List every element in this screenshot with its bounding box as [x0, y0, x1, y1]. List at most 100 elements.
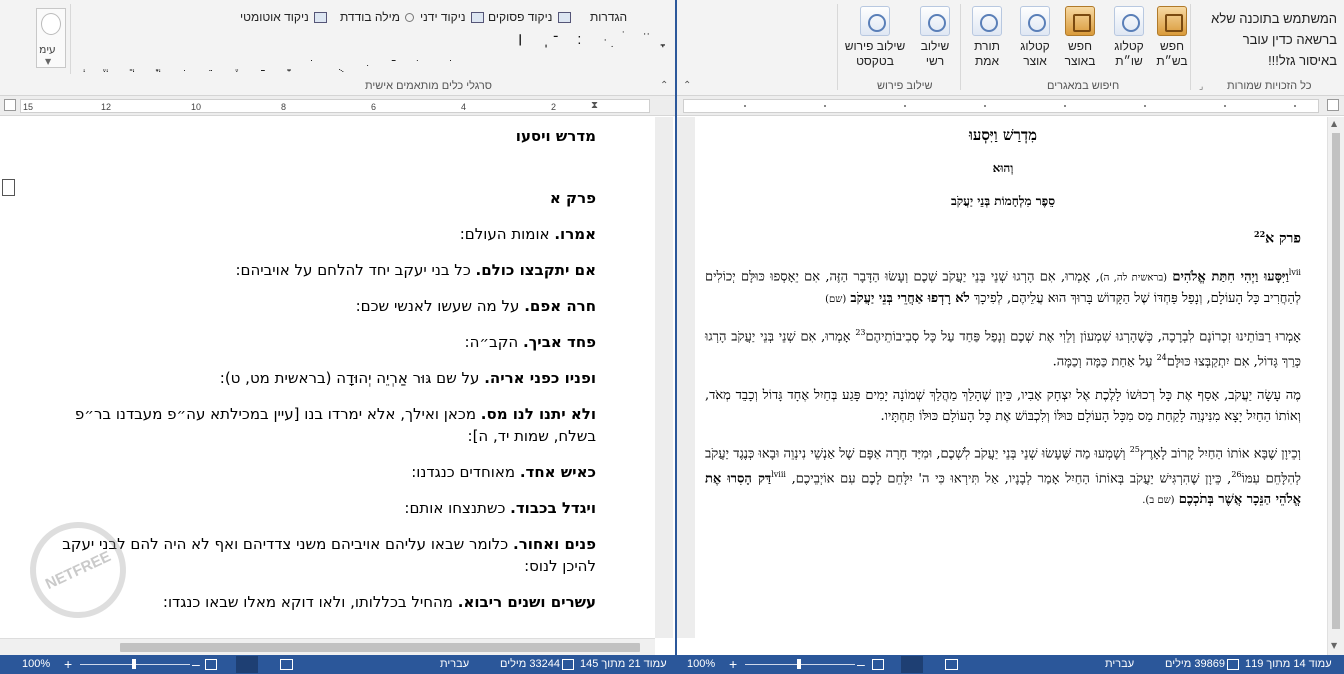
commentary-paragraph: אמרו. אומות העולם: [459, 225, 596, 243]
scroll-down-icon[interactable]: ▼ [1331, 641, 1337, 650]
left-ribbon: עימ ▼ הגדרות ניקוד פסוקים ניקוד ידני מיל… [0, 0, 675, 96]
chapter-heading: פרק א [549, 189, 596, 207]
zoom-in-button[interactable]: – [857, 656, 865, 672]
search-otzar-button[interactable]: חפש באוצר [1058, 6, 1102, 69]
torat-emet-button[interactable]: תורת אמת [965, 6, 1009, 69]
zoom-out-button[interactable]: + [729, 656, 737, 672]
horizontal-scrollbar[interactable] [0, 638, 655, 655]
midrash-paragraph: וְכֵיוָן שֶׁבָּא אוֹתוֹ הַחַיִל קָרוֹב ל… [705, 444, 1302, 508]
nikud-automati-label: ניקוד אוטומטי [240, 10, 309, 24]
read-mode-icon[interactable] [945, 659, 958, 670]
search-shut-button[interactable]: חפש בש״ת [1152, 6, 1192, 69]
user-warning: המשתמש בתוכנה שלא ברשאה כדין עובר באיסור… [1197, 8, 1337, 71]
left-word-window: עימ ▼ הגדרות ניקוד פסוקים ניקוד ידני מיל… [0, 0, 675, 674]
ribbon-separator [960, 4, 961, 90]
scroll-up-icon[interactable]: ▲ [1331, 119, 1337, 128]
tab-selector-icon[interactable] [4, 99, 16, 111]
chevron-down-icon[interactable]: ▼ [45, 57, 51, 66]
catalog-otzar-button[interactable]: קטלוג אוצר [1013, 6, 1057, 69]
nikud-automati-button[interactable]: ניקוד אוטומטי [240, 10, 329, 24]
ribbon-separator [70, 4, 71, 74]
right-document-area[interactable]: מִדְרַשׁ וַיִּסְעוּ וְהוּא סֵפֶר מִלְחָמ… [677, 117, 1344, 655]
button-label: שילוב רשי [920, 39, 950, 68]
horizontal-ruler[interactable]: 15 12 10 8 6 4 2 ⧗ [20, 99, 650, 113]
catalog-search-icon [1020, 6, 1050, 36]
style-gallery[interactable]: עימ ▼ [36, 8, 66, 68]
right-document-text[interactable]: מִדְרַשׁ וַיִּסְעוּ וְהוּא סֵפֶר מִלְחָמ… [705, 125, 1301, 523]
commentary-paragraph: ויגדל בכבוד. כשתנצחו אותם: [404, 499, 596, 517]
vertical-scrollbar[interactable]: ▲ ▼ [1327, 117, 1344, 655]
scroll-thumb[interactable] [1332, 133, 1340, 629]
tab-selector-icon[interactable] [1327, 99, 1339, 111]
word-count[interactable]: 39869 מילים [1165, 658, 1225, 670]
vertical-ruler[interactable] [677, 117, 695, 638]
proofing-icon[interactable] [562, 659, 574, 670]
combine-rashi-button[interactable]: שילוב רשי [913, 6, 957, 69]
collapse-ribbon-icon[interactable]: ⌃ [683, 80, 691, 91]
scroll-thumb[interactable] [120, 643, 640, 652]
calculator-icon [314, 12, 328, 24]
button-label: חפש באוצר [1064, 39, 1096, 68]
language-indicator[interactable]: עברית [1105, 658, 1134, 670]
page-indicator[interactable]: עמוד 21 מתוך 145 [580, 658, 667, 670]
web-layout-icon[interactable] [205, 659, 217, 670]
selection-marker[interactable] [2, 179, 15, 196]
dialog-launcher-icon[interactable]: ⌟ [1199, 82, 1203, 92]
button-label: קטלוג אוצר [1020, 39, 1050, 68]
vertical-ruler[interactable] [655, 117, 673, 638]
warning-line: באיסור גזל!!! [1268, 53, 1337, 68]
zoom-in-button[interactable]: – [192, 656, 200, 672]
punct-pesukim-label: ניקוד פסוקים [488, 10, 553, 24]
custom-toolbars-group-label: סרגלי כלים מותאמים אישית [365, 80, 492, 92]
indent-marker-icon[interactable]: ⧗ [591, 100, 598, 111]
nikud-yadani-button[interactable]: ניקוד ידני [420, 10, 486, 24]
torat-emet-icon [972, 6, 1002, 36]
doc-spacer [30, 161, 596, 173]
print-layout-icon[interactable] [236, 656, 258, 673]
catalog-shut-button[interactable]: קטלוג שו״ת [1107, 6, 1151, 69]
mila-bodedet-option[interactable]: מילה בודדת [340, 10, 416, 24]
zoom-slider-thumb[interactable] [797, 659, 801, 669]
doc-subtitle: וְהוּא [992, 161, 1014, 175]
zoom-slider-thumb[interactable] [132, 659, 136, 669]
search-group-label: חיפוש במאגרים [1047, 80, 1120, 92]
web-layout-icon[interactable] [872, 659, 884, 670]
proofing-icon[interactable] [1227, 659, 1239, 670]
combine-commentary-button[interactable]: שילוב פירוש בטקסט [842, 6, 908, 69]
midrash-paragraph: lviiוַיִּסָּעוּ וַיְהִי חִתַּת אֱלֹהִים … [705, 267, 1301, 306]
ruler-number: 8 [281, 102, 287, 112]
word-count[interactable]: 33244 מילים [500, 658, 560, 670]
ruler-tick [824, 105, 826, 107]
style-label: עימ [39, 43, 56, 56]
button-label: חפש בש״ת [1156, 39, 1188, 68]
print-layout-icon[interactable] [901, 656, 923, 673]
read-mode-icon[interactable] [280, 659, 293, 670]
hagdarot-button[interactable]: הגדרות [590, 10, 627, 24]
mila-bodedet-label: מילה בודדת [340, 10, 400, 24]
style-preview [41, 13, 61, 35]
commentary-paragraph: ופניו כפני אריה. על שם גּוּר אַרְיֵה יְה… [219, 369, 596, 387]
page-indicator[interactable]: עמוד 14 מתוך 119 [1245, 658, 1332, 670]
zoom-level[interactable]: 100% [687, 658, 715, 670]
combine-rashi-icon [920, 6, 950, 36]
ruler-number: 10 [191, 102, 202, 112]
nikud-glyph-row-2[interactable]: ְ ֱ ֲ ֳ ִ ֵ ֶ ַ ָ ֹ ֻ ּ ֿ ׂ ׁ [80, 58, 665, 73]
right-status-bar: 100% + – עברית 39869 מילים עמוד 14 מתוך … [677, 655, 1344, 674]
zoom-level[interactable]: 100% [22, 658, 50, 670]
ruler-number: 4 [461, 102, 467, 112]
horizontal-ruler[interactable] [683, 99, 1319, 113]
commentary-paragraph: חרה אפם. על מה שעשו לאנשי שכם: [355, 297, 596, 315]
zoom-out-button[interactable]: + [64, 656, 72, 672]
ruler-number: 12 [101, 102, 112, 112]
punct-pesukim-button[interactable]: ניקוד פסוקים [488, 10, 573, 24]
collapse-ribbon-icon[interactable]: ⌃ [660, 80, 668, 91]
left-ruler-row: 15 12 10 8 6 4 2 ⧗ [0, 96, 675, 116]
ruler-tick [744, 105, 746, 107]
hand-icon [470, 12, 484, 24]
left-document-area[interactable]: מדרש ויסעו פרק א אמרו. אומות העולם: אם י… [0, 117, 675, 655]
nikud-glyph-row-1[interactable]: ׇ ׂ ׁ ׄ ׅ ּ ׃ ־ ֽ ׀ [410, 30, 665, 48]
warning-line: ברשאה כדין עובר [1242, 32, 1337, 47]
language-indicator[interactable]: עברית [440, 658, 469, 670]
combine-group-label: שילוב פירוש [877, 80, 933, 92]
hagdarot-label: הגדרות [590, 10, 628, 24]
